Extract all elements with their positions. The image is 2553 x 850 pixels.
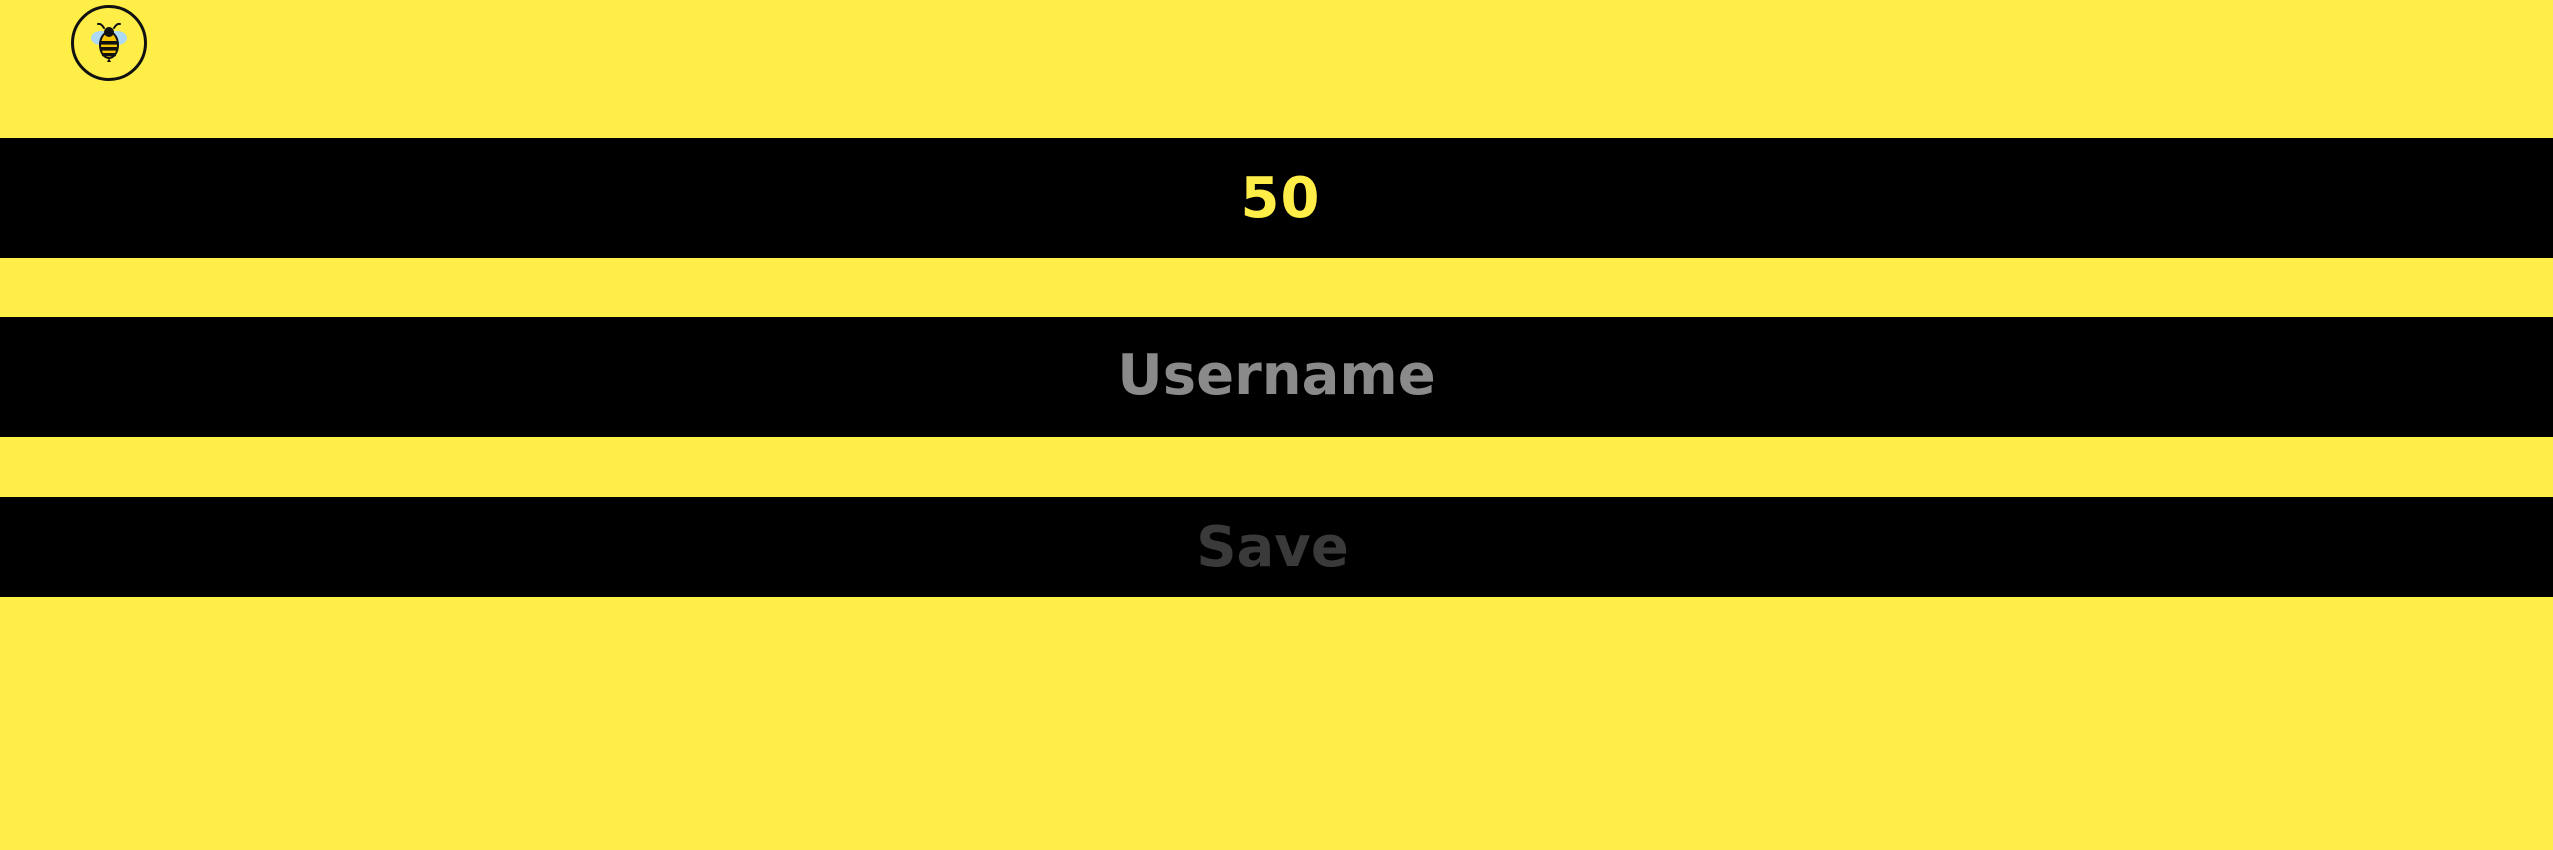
home-logo-button[interactable] xyxy=(71,5,147,81)
username-input[interactable] xyxy=(0,315,2553,435)
score-value: 50 xyxy=(1240,165,1321,231)
save-bar: Save xyxy=(0,497,2553,597)
bee-icon xyxy=(91,22,127,62)
score-bar: 50 xyxy=(0,138,2553,258)
username-bar xyxy=(0,315,2553,437)
save-button[interactable]: Save xyxy=(0,497,2549,597)
